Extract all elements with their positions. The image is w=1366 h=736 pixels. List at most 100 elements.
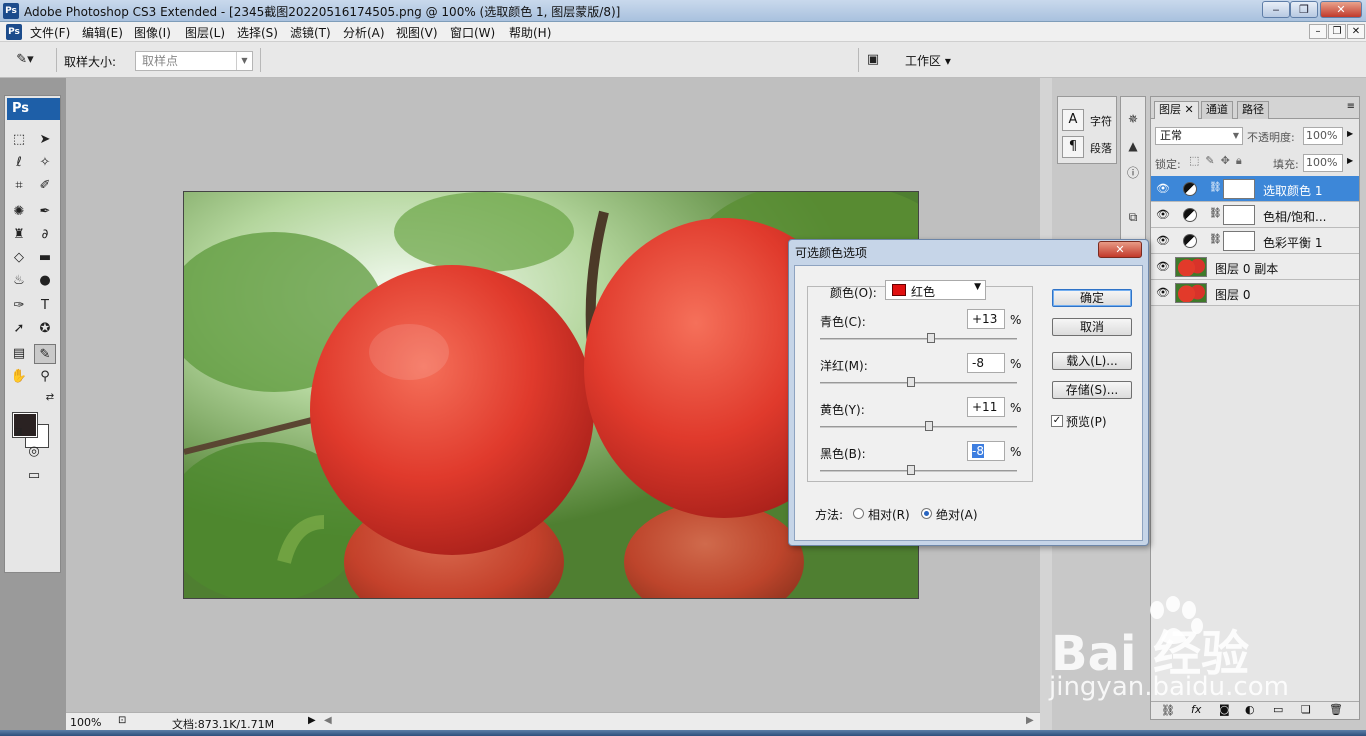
- slice-tool-icon[interactable]: ✐: [34, 176, 56, 196]
- layer-mask-thumbnail[interactable]: [1223, 179, 1255, 199]
- lock-icons[interactable]: ⬚✎✥🔒︎: [1189, 154, 1248, 168]
- black-input[interactable]: -8: [967, 441, 1005, 461]
- workspace-button[interactable]: 工作区 ▾: [905, 52, 951, 69]
- crop-tool-icon[interactable]: ⌗: [8, 176, 30, 196]
- preview-label[interactable]: 预览(P): [1066, 413, 1107, 430]
- menu-file[interactable]: 文件(F): [30, 24, 70, 41]
- healing-brush-tool-icon[interactable]: ✺: [8, 202, 30, 222]
- menu-filter[interactable]: 滤镜(T): [290, 24, 331, 41]
- clone-stamp-tool-icon[interactable]: ♜: [8, 225, 30, 245]
- layer-name[interactable]: 图层 0 副本: [1215, 260, 1278, 277]
- info-icon[interactable]: ⓘ: [1123, 163, 1143, 183]
- preview-checkbox[interactable]: ✓: [1051, 415, 1063, 427]
- tab-paths[interactable]: 路径: [1237, 101, 1269, 119]
- quick-mask-icon[interactable]: ◎: [22, 442, 46, 462]
- magenta-input[interactable]: -8: [967, 353, 1005, 373]
- layer-name[interactable]: 色相/饱和...: [1263, 208, 1327, 225]
- paragraph-panel-button[interactable]: ¶ 段落: [1062, 136, 1116, 160]
- doc-minimize-button[interactable]: –: [1309, 24, 1327, 39]
- cyan-input[interactable]: +13: [967, 309, 1005, 329]
- swap-colors-icon[interactable]: ⇄: [39, 388, 61, 408]
- layer-name[interactable]: 选取颜色 1: [1263, 182, 1322, 199]
- cyan-slider[interactable]: [820, 333, 1017, 343]
- method-absolute-radio[interactable]: [921, 508, 932, 519]
- default-colors-icon[interactable]: ◪: [7, 422, 29, 442]
- blur-tool-icon[interactable]: ♨: [8, 271, 30, 291]
- layer-row[interactable]: 👁︎ ⛓︎ 色相/饱和...: [1151, 202, 1359, 228]
- sample-size-select[interactable]: 取样点 ▼: [135, 51, 253, 71]
- menu-image[interactable]: 图像(I): [134, 24, 171, 41]
- eyedropper-tool-preset-icon[interactable]: ✎▾: [14, 50, 36, 70]
- layer-mask-thumbnail[interactable]: [1223, 205, 1255, 225]
- yellow-slider[interactable]: [820, 421, 1017, 431]
- black-slider[interactable]: [820, 465, 1017, 475]
- save-button[interactable]: 存储(S)...: [1052, 381, 1132, 399]
- eye-icon[interactable]: 👁︎: [1155, 182, 1171, 196]
- lasso-tool-icon[interactable]: ℓ: [8, 153, 30, 173]
- path-selection-tool-icon[interactable]: ➚: [8, 319, 30, 339]
- layer-name[interactable]: 图层 0: [1215, 286, 1250, 303]
- bridge-icon[interactable]: ▣: [862, 50, 884, 70]
- menu-analysis[interactable]: 分析(A): [343, 24, 385, 41]
- eyedropper-tool-icon[interactable]: ✎: [34, 344, 56, 364]
- notes-tool-icon[interactable]: ▤: [8, 344, 30, 364]
- maximize-button[interactable]: ❐: [1290, 1, 1318, 18]
- histogram-icon[interactable]: ▲: [1123, 136, 1143, 156]
- tab-channels[interactable]: 通道: [1201, 101, 1233, 119]
- colors-select[interactable]: 红色 ▼: [885, 280, 986, 300]
- menu-view[interactable]: 视图(V): [396, 24, 438, 41]
- layer-row[interactable]: 👁︎ 图层 0 副本: [1151, 254, 1359, 280]
- dialog-title-bar[interactable]: 可选颜色选项 ✕: [789, 240, 1148, 262]
- blend-mode-select[interactable]: 正常 ▼: [1155, 127, 1243, 145]
- yellow-slider-thumb[interactable]: [925, 421, 934, 431]
- menu-layer[interactable]: 图层(L): [185, 24, 225, 41]
- doc-close-button[interactable]: ✕: [1347, 24, 1365, 39]
- type-tool-icon[interactable]: T: [34, 296, 56, 316]
- status-menu-icon[interactable]: ⊡: [118, 715, 126, 726]
- photoshop-menu-icon[interactable]: Ps: [6, 24, 22, 40]
- marquee-tool-icon[interactable]: ⬚: [8, 130, 30, 150]
- history-icon[interactable]: ⧉: [1123, 207, 1143, 227]
- navigator-icon[interactable]: ✵: [1123, 109, 1143, 129]
- dialog-close-button[interactable]: ✕: [1098, 241, 1142, 258]
- layer-name[interactable]: 色彩平衡 1: [1263, 234, 1322, 251]
- close-button[interactable]: ✕: [1320, 1, 1362, 18]
- layer-mask-thumbnail[interactable]: [1223, 231, 1255, 251]
- menu-help[interactable]: 帮助(H): [509, 24, 551, 41]
- zoom-tool-icon[interactable]: ⚲: [34, 367, 56, 387]
- zoom-level[interactable]: 100%: [70, 716, 101, 729]
- menu-edit[interactable]: 编辑(E): [82, 24, 123, 41]
- opacity-arrow-icon[interactable]: ▶: [1347, 129, 1353, 138]
- layer-row[interactable]: 👁︎ ⛓︎ 色彩平衡 1: [1151, 228, 1359, 254]
- brush-tool-icon[interactable]: ✒: [34, 202, 56, 222]
- link-icon[interactable]: ⛓︎: [1209, 234, 1222, 245]
- eye-icon[interactable]: 👁︎: [1155, 260, 1171, 274]
- dodge-tool-icon[interactable]: ●: [34, 271, 56, 291]
- scroll-left-icon[interactable]: ◀: [324, 715, 332, 726]
- method-relative-radio[interactable]: [853, 508, 864, 519]
- status-arrow-icon[interactable]: ▶: [308, 715, 316, 726]
- minimize-button[interactable]: ‒: [1262, 1, 1290, 18]
- history-brush-tool-icon[interactable]: ∂: [34, 225, 56, 245]
- opacity-input[interactable]: 100%: [1303, 127, 1343, 145]
- panel-menu-icon[interactable]: ≡: [1347, 101, 1355, 112]
- eraser-tool-icon[interactable]: ◇: [8, 248, 30, 268]
- black-slider-thumb[interactable]: [906, 465, 915, 475]
- eye-icon[interactable]: 👁︎: [1155, 234, 1171, 248]
- screen-mode-icon[interactable]: ▭: [17, 466, 51, 486]
- pen-tool-icon[interactable]: ✑: [8, 296, 30, 316]
- fill-input[interactable]: 100%: [1303, 154, 1343, 172]
- eye-icon[interactable]: 👁︎: [1155, 286, 1171, 300]
- fill-arrow-icon[interactable]: ▶: [1347, 156, 1353, 165]
- eye-icon[interactable]: 👁︎: [1155, 208, 1171, 222]
- yellow-input[interactable]: +11: [967, 397, 1005, 417]
- load-button[interactable]: 载入(L)...: [1052, 352, 1132, 370]
- method-relative-label[interactable]: 相对(R): [868, 506, 910, 523]
- gradient-tool-icon[interactable]: ▬: [34, 248, 56, 268]
- character-panel-button[interactable]: A 字符: [1062, 109, 1116, 133]
- ok-button[interactable]: 确定: [1052, 289, 1132, 307]
- magenta-slider[interactable]: [820, 377, 1017, 387]
- shape-tool-icon[interactable]: ✪: [34, 319, 56, 339]
- link-icon[interactable]: ⛓︎: [1209, 182, 1222, 193]
- hand-tool-icon[interactable]: ✋: [8, 367, 30, 387]
